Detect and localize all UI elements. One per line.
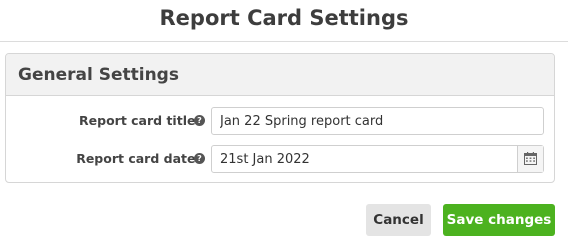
report-date-label: Report card date* bbox=[76, 151, 202, 166]
cancel-button[interactable]: Cancel bbox=[366, 204, 431, 236]
question-circle-icon[interactable]: ? bbox=[194, 115, 205, 126]
calendar-icon bbox=[524, 152, 537, 165]
report-title-row: Report card title* ? bbox=[6, 107, 554, 135]
question-circle-icon[interactable]: ? bbox=[194, 153, 205, 164]
report-date-row: Report card date* ? bbox=[6, 145, 554, 173]
calendar-button[interactable] bbox=[517, 146, 543, 172]
panel-title: General Settings bbox=[6, 54, 554, 96]
report-date-field bbox=[211, 145, 544, 173]
page-title: Report Card Settings bbox=[0, 0, 568, 42]
save-changes-button[interactable]: Save changes bbox=[443, 204, 555, 236]
report-title-label: Report card title* bbox=[79, 113, 202, 128]
report-date-input[interactable] bbox=[212, 146, 517, 172]
report-title-input[interactable] bbox=[211, 107, 544, 135]
general-settings-panel: General Settings Report card title* ? Re… bbox=[5, 53, 555, 183]
